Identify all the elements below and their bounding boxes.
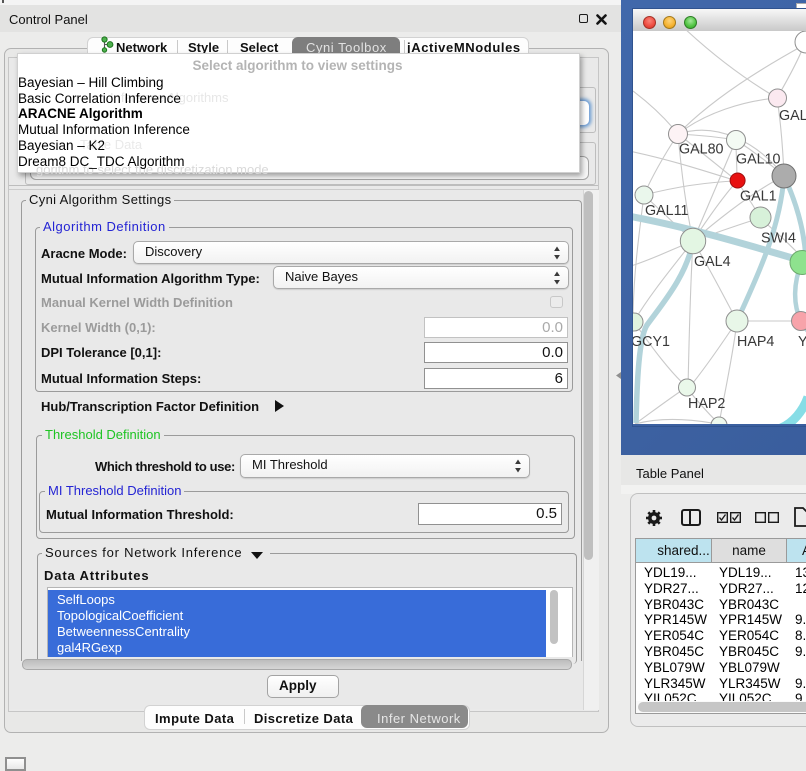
- svg-text:SWI4: SWI4: [761, 231, 796, 247]
- svg-text:HAP4: HAP4: [737, 334, 774, 350]
- svg-text:GAL: GAL: [779, 108, 806, 124]
- svg-text:HAP2: HAP2: [688, 396, 725, 412]
- svg-text:GAL4: GAL4: [694, 254, 731, 270]
- svg-text:GCY1: GCY1: [633, 334, 670, 350]
- svg-text:Y: Y: [798, 334, 806, 350]
- svg-text:GAL80: GAL80: [679, 142, 724, 158]
- svg-text:GAL1: GAL1: [740, 189, 777, 205]
- svg-text:GAL11: GAL11: [645, 203, 688, 219]
- svg-text:GAL10: GAL10: [736, 152, 781, 168]
